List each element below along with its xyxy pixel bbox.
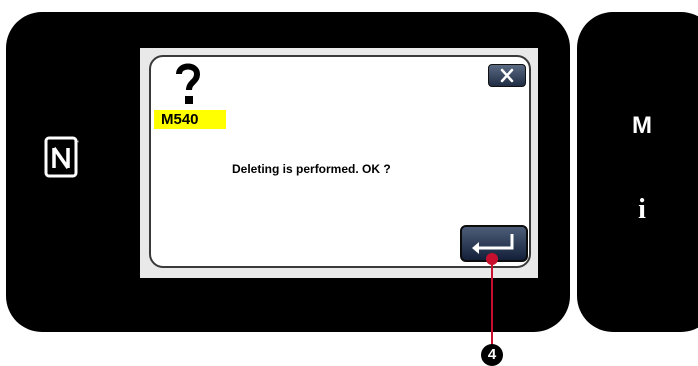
side-panel: [577, 12, 698, 332]
nfc-icon[interactable]: ™: [44, 136, 80, 180]
mode-button[interactable]: M: [624, 112, 660, 140]
question-mark-icon: [176, 63, 201, 104]
dialog-message: Deleting is performed. OK ?: [232, 162, 391, 176]
close-icon: [500, 68, 514, 83]
information-button[interactable]: i: [624, 194, 660, 226]
svg-text:™: ™: [74, 140, 79, 146]
message-code-badge: M540: [154, 110, 226, 129]
callout-dot: [486, 253, 498, 265]
close-button[interactable]: [488, 64, 526, 87]
callout-line: [491, 258, 493, 350]
callout-number: 4: [481, 344, 503, 366]
